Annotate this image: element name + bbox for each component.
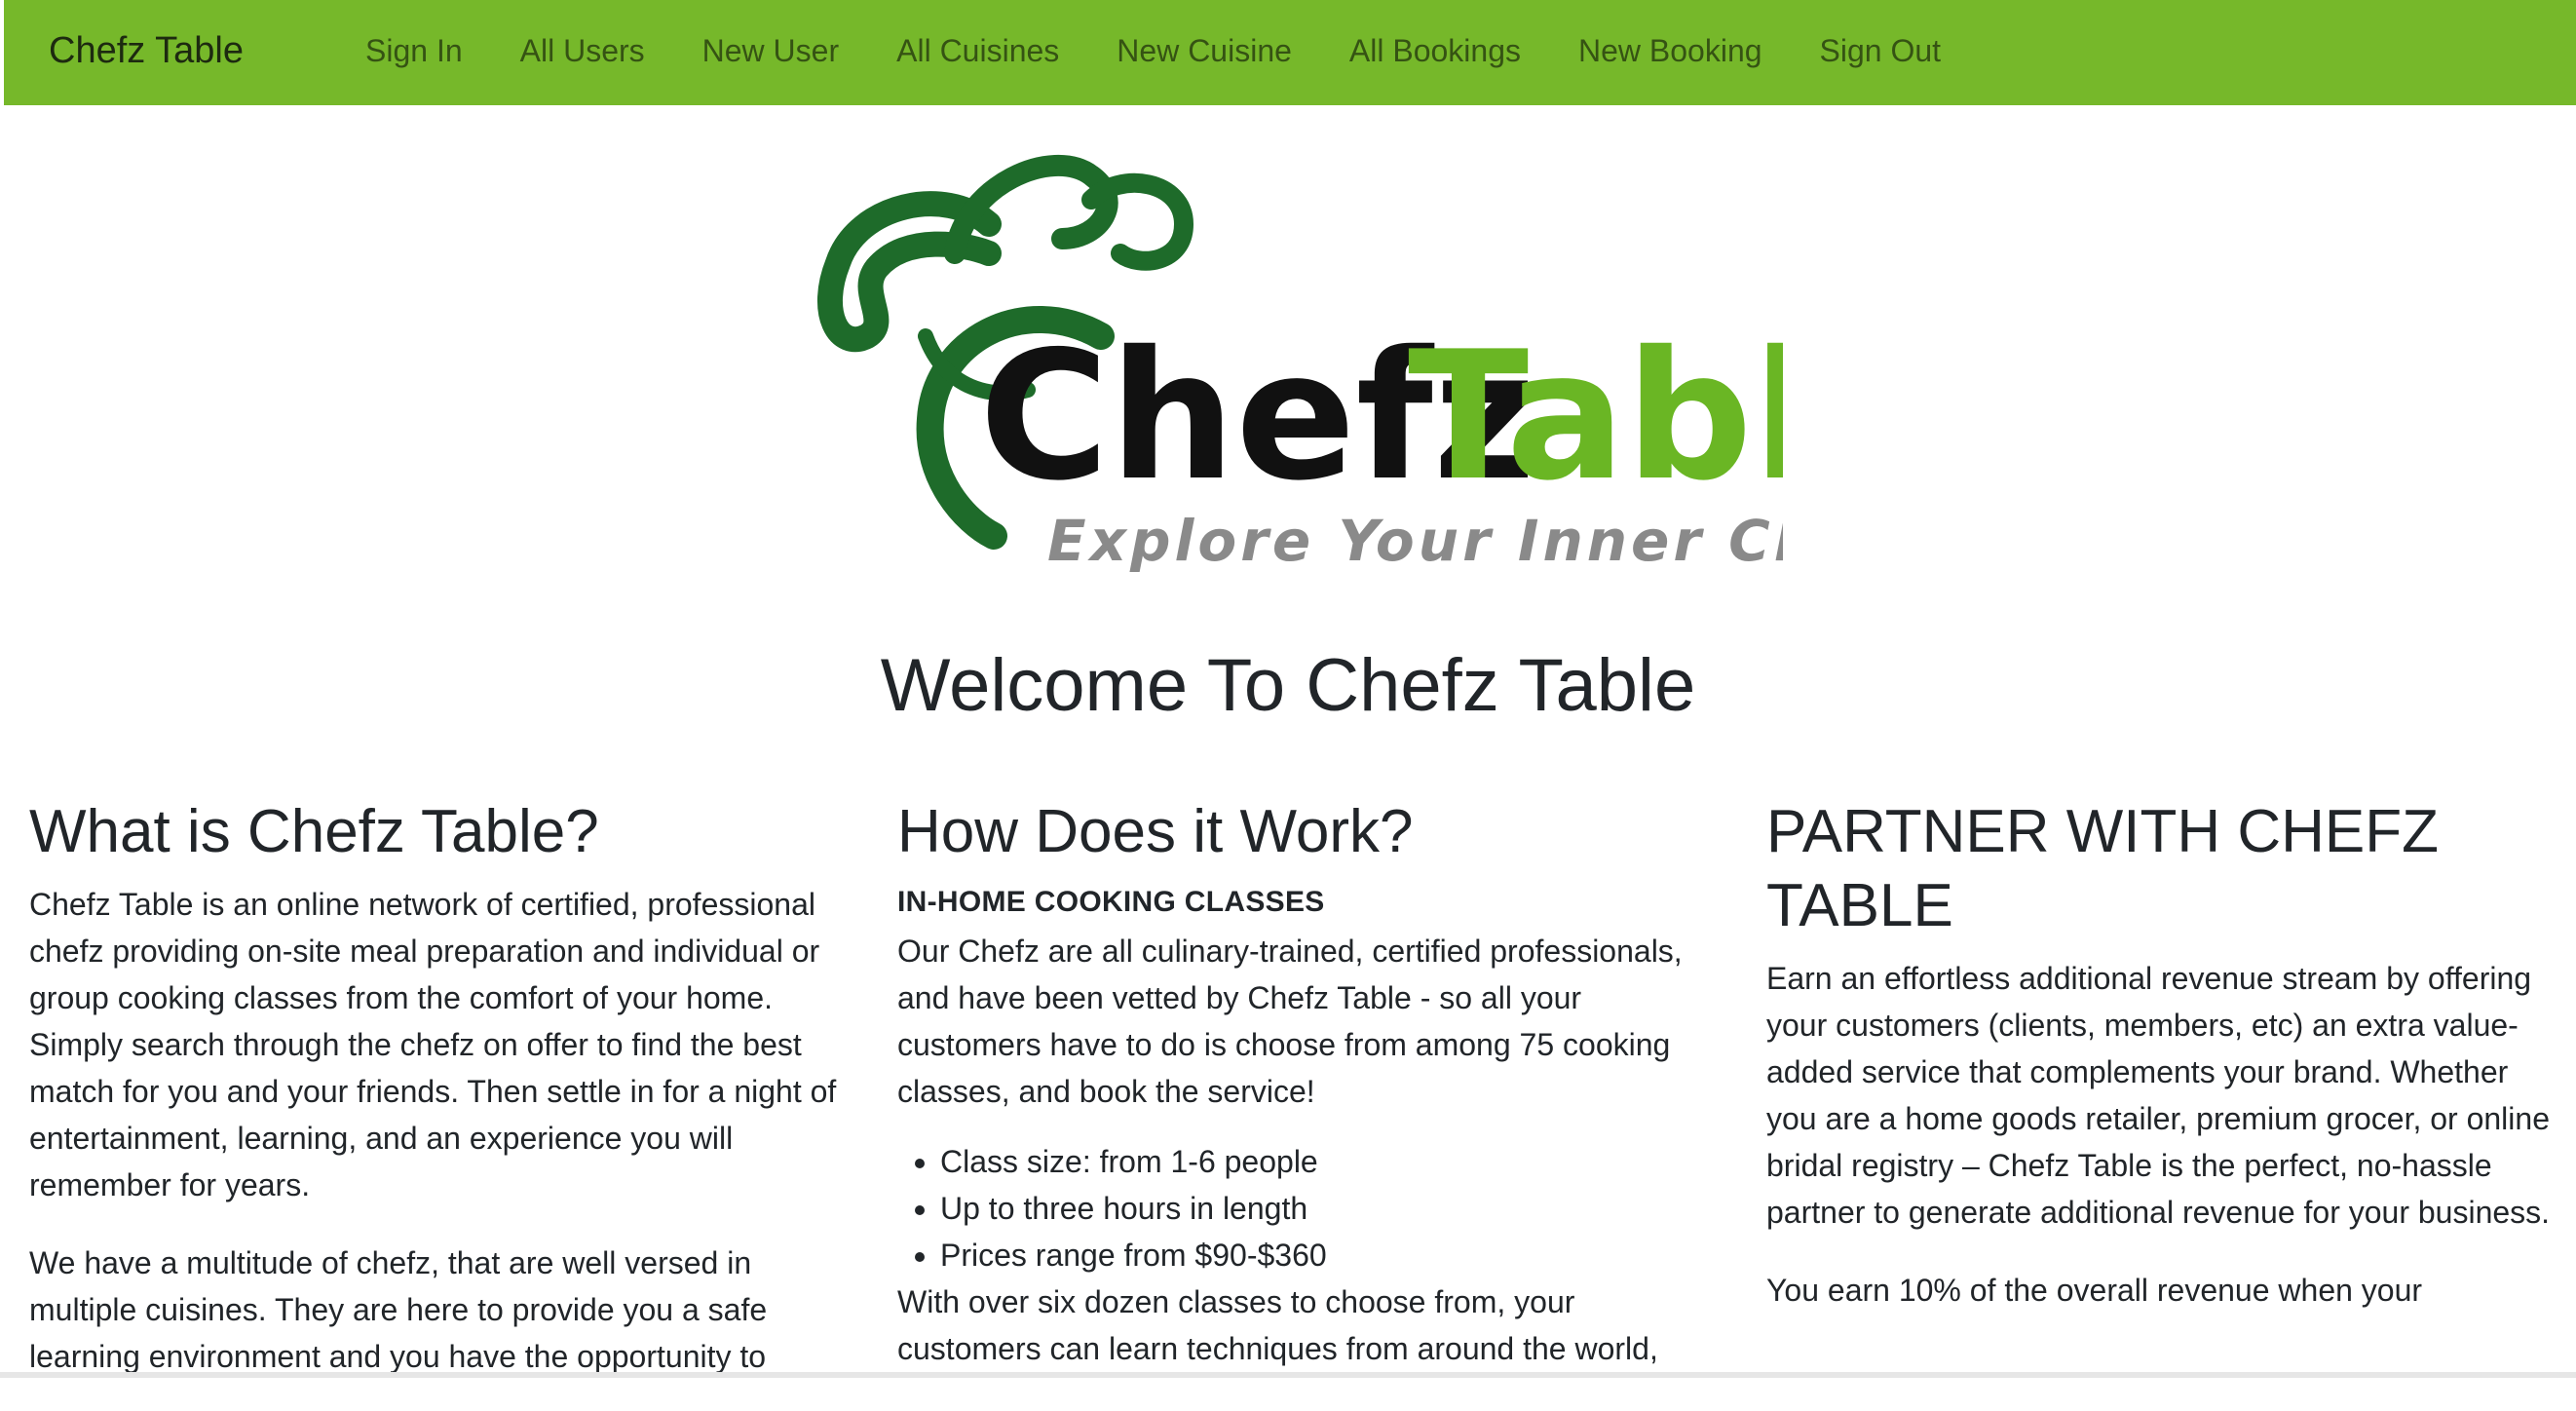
how-it-works-section: How Does it Work? IN-HOME COOKING CLASSE…	[897, 795, 1706, 1403]
class-details-list: Class size: from 1-6 people Up to three …	[897, 1138, 1706, 1278]
in-home-classes-subhead: IN-HOME COOKING CLASSES	[897, 886, 1325, 918]
list-item: Prices range from $90-$360	[940, 1232, 1706, 1278]
top-navbar: Chefz Table Sign In All Users New User A…	[4, 0, 2576, 105]
nav-all-cuisines[interactable]: All Cuisines	[896, 25, 1059, 76]
nav-all-bookings[interactable]: All Bookings	[1349, 25, 1521, 76]
list-item: Up to three hours in length	[940, 1185, 1706, 1232]
partner-section: PARTNER WITH CHEFZ TABLE Earn an effortl…	[1766, 795, 2565, 1345]
nav-links: Sign In All Users New User All Cuisines …	[365, 25, 1998, 76]
what-is-paragraph-2: We have a multitude of chefz, that are w…	[29, 1245, 768, 1374]
partner-title: PARTNER WITH CHEFZ TABLE	[1766, 798, 2440, 939]
how-it-works-paragraph-2: With over six dozen classes to choose fr…	[897, 1284, 1658, 1366]
partner-paragraph-1: Earn an effortless additional revenue st…	[1766, 961, 2551, 1230]
partner-paragraph-2: You earn 10% of the overall revenue when…	[1766, 1273, 2423, 1308]
logo-tagline: Explore Your Inner Chef!	[1047, 508, 1783, 574]
nav-new-booking[interactable]: New Booking	[1578, 25, 1762, 76]
nav-new-user[interactable]: New User	[702, 25, 839, 76]
nav-all-users[interactable]: All Users	[520, 25, 645, 76]
nav-sign-in[interactable]: Sign In	[365, 25, 463, 76]
what-is-paragraph-1: Chefz Table is an online network of cert…	[29, 887, 837, 1202]
chefz-table-logo: Chefz Table Explore Your Inner Chef!	[817, 155, 1783, 574]
nav-new-cuisine[interactable]: New Cuisine	[1117, 25, 1292, 76]
what-is-title: What is Chefz Table?	[29, 798, 599, 865]
navbar-brand[interactable]: Chefz Table	[49, 25, 244, 76]
list-item: Class size: from 1-6 people	[940, 1138, 1706, 1185]
how-it-works-title: How Does it Work?	[897, 798, 1414, 865]
what-is-section: What is Chefz Table? Chefz Table is an o…	[29, 795, 838, 1411]
welcome-title: Welcome To Chefz Table	[880, 644, 1696, 727]
logo-word-table: Table	[1408, 313, 1783, 519]
nav-sign-out[interactable]: Sign Out	[1820, 25, 1942, 76]
how-it-works-paragraph-1: Our Chefz are all culinary-trained, cert…	[897, 934, 1683, 1109]
bottom-divider	[0, 1372, 2576, 1378]
